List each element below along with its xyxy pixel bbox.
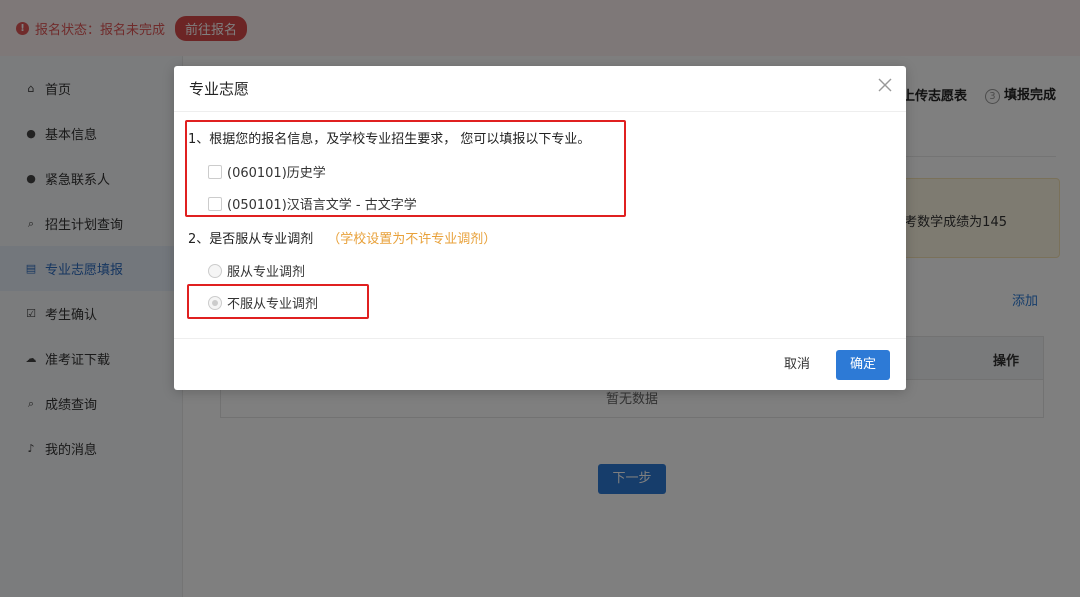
major-preference-dialog: 专业志愿 1、根据您的报名信息，及学校专业招生要求， 您可以填报以下专业。 (0… (174, 66, 906, 390)
dialog-footer-divider (174, 338, 906, 339)
cancel-button[interactable]: 取消 (774, 350, 820, 380)
radio-label: 服从专业调剂 (227, 265, 306, 280)
adjustment-note: （学校设置为不许专业调剂） (327, 232, 497, 247)
dialog-header: 专业志愿 (174, 66, 906, 112)
confirm-button[interactable]: 确定 (836, 350, 890, 380)
question-adjustment: 2、是否服从专业调剂 （学校设置为不许专业调剂） (188, 228, 496, 247)
highlight-box-not-obey (187, 284, 369, 319)
dialog-title: 专业志愿 (189, 80, 250, 98)
question-adjustment-text: 2、是否服从专业调剂 (188, 232, 314, 247)
radio-obey-adjustment[interactable]: 服从专业调剂 (208, 261, 305, 280)
highlight-box-majors (185, 120, 626, 217)
close-icon[interactable] (878, 78, 892, 92)
radio-button[interactable] (208, 263, 222, 278)
